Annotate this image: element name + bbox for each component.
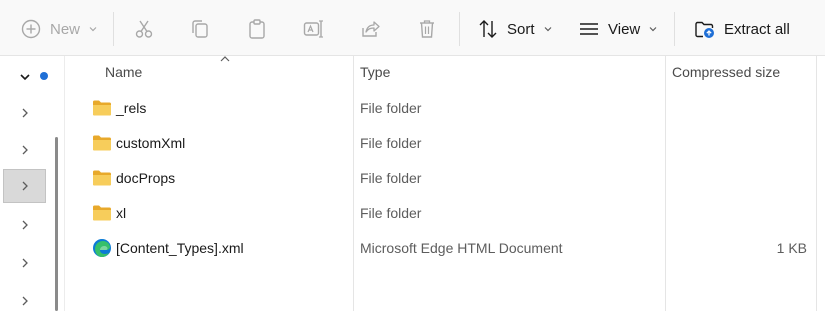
extract-all-button[interactable]: Extract all [694, 10, 790, 48]
file-type: Microsoft Edge HTML Document [360, 240, 563, 256]
chevron-down-icon [544, 27, 551, 32]
nav-item-selected[interactable] [3, 169, 46, 203]
share-icon [362, 21, 380, 37]
copy-icon [192, 20, 208, 38]
nav-item[interactable] [3, 96, 46, 130]
rename-icon [303, 20, 323, 38]
folder-icon [93, 100, 111, 116]
column-header-row: Name Type Compressed size [66, 56, 825, 311]
sort-icon [479, 20, 497, 38]
view-list-icon [580, 23, 598, 35]
chevron-right-icon [22, 108, 28, 118]
file-name: _rels [116, 100, 147, 116]
folder-icon [93, 170, 111, 186]
file-type: File folder [360, 205, 422, 221]
file-row[interactable]: customXml File folder [66, 126, 825, 161]
chevron-right-icon [22, 258, 28, 268]
share-button[interactable] [359, 10, 381, 48]
file-row[interactable]: docProps File folder [66, 161, 825, 196]
file-row[interactable]: xl File folder [66, 196, 825, 231]
nav-item[interactable] [3, 246, 46, 280]
extract-all-label: Extract all [724, 20, 790, 38]
edge-icon [93, 239, 111, 257]
rename-button[interactable] [302, 10, 324, 48]
delete-button[interactable] [416, 10, 438, 48]
toolbar-divider [459, 12, 460, 46]
chevron-down-icon [89, 27, 97, 32]
pane-divider [64, 56, 65, 311]
column-header-compressed-size[interactable]: Compressed size [672, 56, 780, 88]
new-button-label: New [50, 20, 81, 38]
chevron-right-icon [22, 220, 28, 230]
folder-icon [93, 205, 111, 221]
file-type: File folder [360, 170, 422, 186]
file-row[interactable]: _rels File folder [66, 91, 825, 126]
file-row[interactable]: [Content_Types].xml Microsoft Edge HTML … [66, 231, 825, 266]
view-button[interactable]: View [578, 10, 658, 48]
file-name: customXml [116, 135, 186, 151]
view-button-label: View [608, 20, 641, 38]
toolbar-divider [113, 12, 114, 46]
plus-circle-icon [21, 19, 41, 39]
nav-status-dot [40, 72, 48, 80]
chevron-right-icon [22, 145, 28, 155]
clipboard-icon [249, 19, 265, 39]
cut-button[interactable] [133, 10, 155, 48]
trash-icon [420, 20, 434, 38]
nav-item[interactable] [3, 284, 46, 318]
scissors-icon [135, 20, 153, 38]
file-name: docProps [116, 170, 176, 186]
file-name: [Content_Types].xml [116, 240, 244, 256]
copy-button[interactable] [189, 10, 211, 48]
toolbar-divider [674, 12, 675, 46]
chevron-right-icon [22, 181, 28, 191]
nav-item[interactable] [3, 208, 46, 242]
chevron-down-icon [19, 74, 30, 81]
command-bar: New Sort View Extract all [0, 0, 825, 56]
sort-ascending-icon [220, 56, 230, 62]
file-name: xl [116, 205, 127, 221]
sort-button[interactable]: Sort [477, 10, 553, 48]
new-button[interactable]: New [20, 10, 98, 48]
column-header-type[interactable]: Type [360, 56, 390, 88]
folder-icon [93, 135, 111, 151]
chevron-down-icon [649, 27, 657, 32]
file-size: 1 KB [776, 240, 807, 256]
nav-item[interactable] [3, 133, 46, 167]
sort-button-label: Sort [507, 20, 535, 38]
chevron-right-icon [22, 296, 28, 306]
nav-scrollbar[interactable] [55, 137, 58, 311]
file-type: File folder [360, 100, 422, 116]
file-type: File folder [360, 135, 422, 151]
paste-button[interactable] [246, 10, 268, 48]
column-header-name[interactable]: Name [105, 56, 142, 88]
extract-folder-icon [695, 21, 714, 38]
